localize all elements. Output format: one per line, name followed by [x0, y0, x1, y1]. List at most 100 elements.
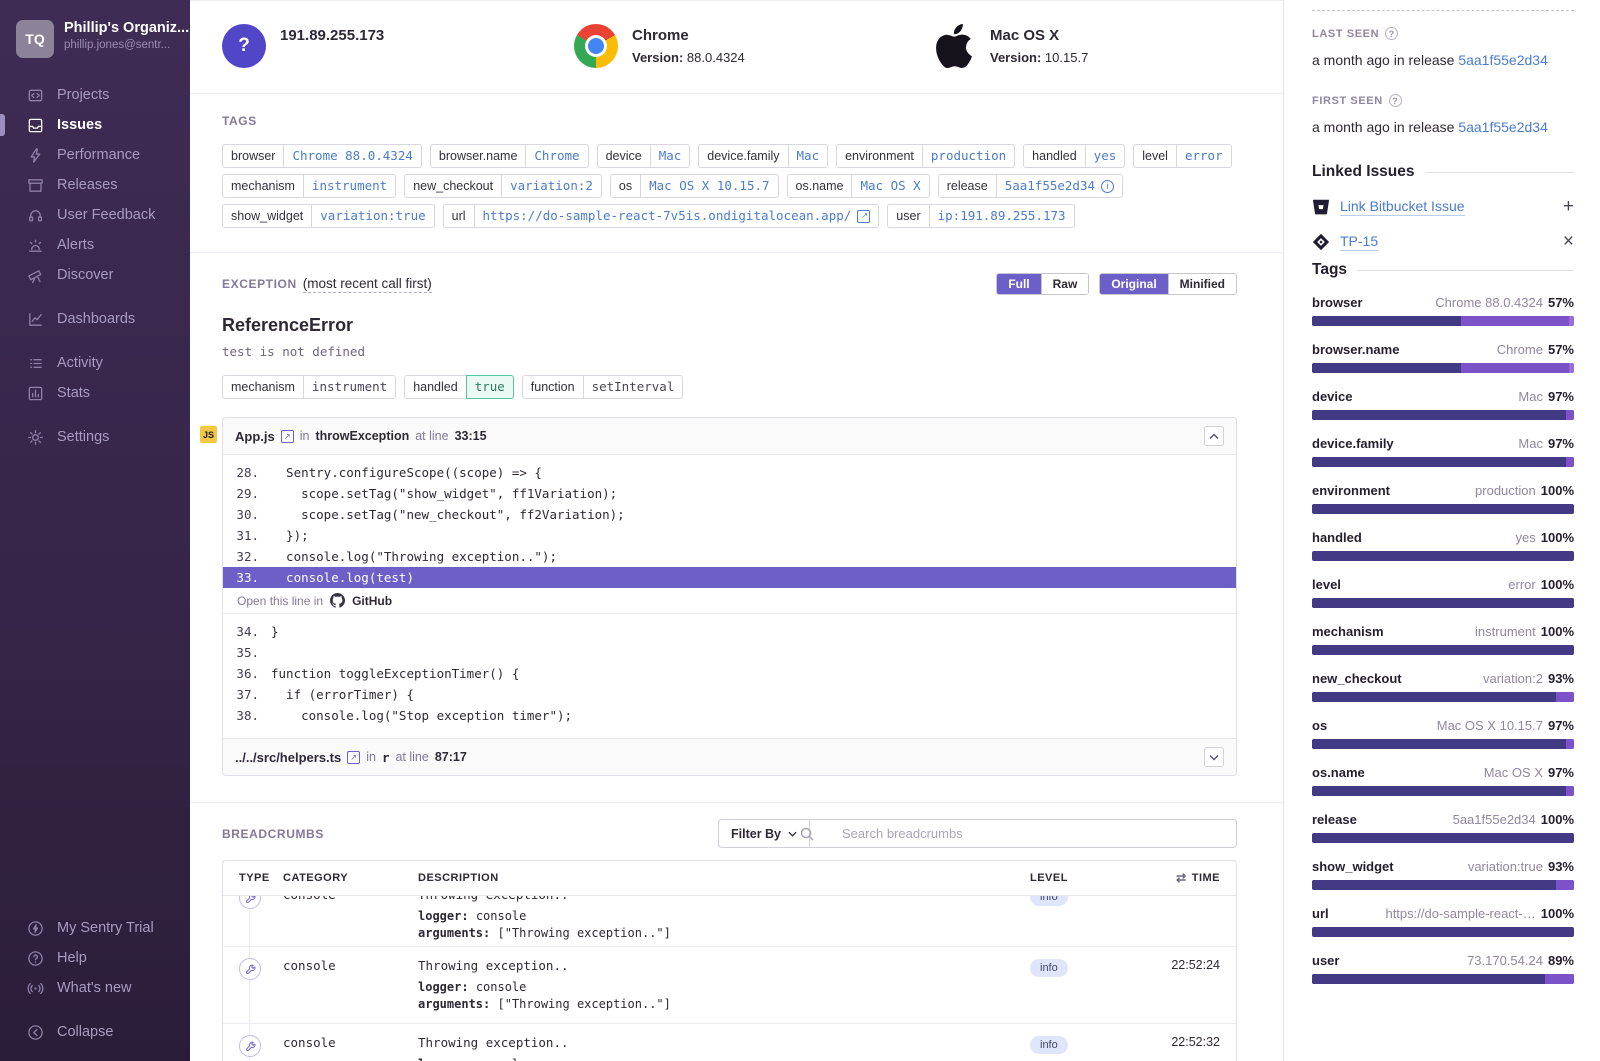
- tag-value-link[interactable]: error: [1177, 145, 1231, 167]
- breadcrumb-row[interactable]: consoleThrowing exception..logger: conso…: [223, 946, 1236, 1023]
- tag-value-link[interactable]: variation:2: [502, 175, 601, 197]
- sidebar-item-alerts[interactable]: Alerts: [0, 230, 190, 260]
- tag-distribution-list: browserChrome 88.0.432457% browser.nameCh…: [1312, 295, 1574, 984]
- sidebar-item-releases[interactable]: Releases: [0, 170, 190, 200]
- tag-value-link[interactable]: production: [923, 145, 1014, 167]
- format-minified-button[interactable]: Minified: [1168, 274, 1236, 294]
- info-icon[interactable]: i: [1101, 180, 1114, 193]
- line-code: console.log(test): [271, 567, 414, 588]
- breadcrumb-data: logger: consolearguments: ["Throwing exc…: [418, 1057, 1030, 1061]
- sidebar-item-label: Help: [57, 950, 87, 966]
- tag-value-link[interactable]: Chrome: [526, 145, 587, 167]
- help-icon[interactable]: ?: [1389, 94, 1402, 107]
- tag-distribution-item[interactable]: mechanisminstrument100%: [1312, 624, 1574, 655]
- line-number: 31.: [223, 525, 271, 546]
- tag-value-link[interactable]: ip:191.89.255.173: [930, 205, 1074, 227]
- tag-distribution-item[interactable]: levelerror100%: [1312, 577, 1574, 608]
- tag-value-link[interactable]: Mac: [789, 145, 828, 167]
- remove-linked-issue-icon[interactable]: ×: [1563, 232, 1574, 251]
- tag-distribution-item[interactable]: environmentproduction100%: [1312, 483, 1574, 514]
- linked-issue-key[interactable]: TP-15: [1340, 233, 1378, 251]
- tag-distribution-item[interactable]: new_checkoutvariation:293%: [1312, 671, 1574, 702]
- app-sidebar: TQ Phillip's Organiz... phillip.jones@se…: [0, 0, 190, 1061]
- sidebar-item-activity[interactable]: Activity: [0, 348, 190, 378]
- sidebar-item-what-s-new[interactable]: What's new: [0, 973, 190, 1003]
- alerts-icon: [26, 236, 44, 254]
- footer-frame-function: r: [382, 750, 390, 765]
- view-raw-button[interactable]: Raw: [1041, 274, 1089, 294]
- breadcrumbs-search-input[interactable]: [810, 819, 1237, 848]
- help-icon[interactable]: ?: [1385, 27, 1398, 40]
- sidebar-item-my-sentry-trial[interactable]: My Sentry Trial: [0, 913, 190, 943]
- tag-distribution-item[interactable]: device.familyMac97%: [1312, 436, 1574, 467]
- footer-frame-filename: ../../src/helpers.ts: [235, 750, 341, 765]
- tag-distribution-item[interactable]: os.nameMac OS X97%: [1312, 765, 1574, 796]
- external-link-icon[interactable]: ↗: [857, 210, 870, 223]
- line-code: scope.setTag("show_widget", ff1Variation…: [271, 483, 617, 504]
- org-switcher[interactable]: TQ Phillip's Organiz... phillip.jones@se…: [0, 20, 190, 58]
- tag-distribution-item[interactable]: deviceMac97%: [1312, 389, 1574, 420]
- sidebar-item-help[interactable]: Help: [0, 943, 190, 973]
- tag-value-link[interactable]: Chrome 88.0.4324: [284, 145, 420, 167]
- tag-distribution-item[interactable]: osMac OS X 10.15.797%: [1312, 718, 1574, 749]
- github-link[interactable]: GitHub: [352, 594, 392, 608]
- tag-value-link[interactable]: instrument: [304, 175, 395, 197]
- add-linked-issue-icon[interactable]: +: [1563, 197, 1574, 216]
- frame-footer[interactable]: ../../src/helpers.ts ↗ in r at line 87:1…: [223, 738, 1236, 775]
- release-link[interactable]: 5aa1f55e2d34: [1458, 52, 1548, 68]
- sidebar-item-dashboards[interactable]: Dashboards: [0, 304, 190, 334]
- tag-value-link[interactable]: https://do-sample-react-7v5is.ondigitalo…: [475, 205, 879, 227]
- tag-value-link[interactable]: Mac OS X 10.15.7: [641, 175, 777, 197]
- sort-time-icon[interactable]: ⇄: [1176, 871, 1187, 885]
- tag-top-percent: 93%: [1548, 859, 1574, 874]
- tag-key: device: [1312, 389, 1352, 404]
- sidebar-item-projects[interactable]: Projects: [0, 80, 190, 110]
- tag-distribution-item[interactable]: show_widgetvariation:true93%: [1312, 859, 1574, 890]
- collapse-frame-button[interactable]: [1204, 426, 1224, 446]
- tag-distribution-item[interactable]: handledyes100%: [1312, 530, 1574, 561]
- release-link[interactable]: 5aa1f55e2d34: [1458, 119, 1548, 135]
- code-line: 29. scope.setTag("show_widget", ff1Varia…: [223, 483, 1236, 504]
- expand-frame-button[interactable]: [1204, 747, 1224, 767]
- external-link-icon[interactable]: ↗: [281, 430, 294, 443]
- sidebar-collapse-button[interactable]: Collapse: [0, 1017, 190, 1047]
- tag-value-link[interactable]: 5aa1f55e2d34i: [997, 175, 1122, 197]
- tag-distribution-item[interactable]: browserChrome 88.0.432457%: [1312, 295, 1574, 326]
- platform-js-badge: JS: [200, 426, 217, 443]
- format-original-button[interactable]: Original: [1100, 274, 1167, 294]
- tag-key: browser: [223, 145, 284, 167]
- tag-distribution-item[interactable]: urlhttps://do-sample-react-…100%: [1312, 906, 1574, 937]
- sidebar-item-label: Collapse: [57, 1024, 113, 1040]
- error-message: test is not defined: [222, 344, 1237, 359]
- tag-value-link[interactable]: Mac: [651, 145, 690, 167]
- tag-key: device.family: [699, 145, 788, 167]
- view-full-button[interactable]: Full: [997, 274, 1040, 294]
- breadcrumb-data: logger: consolearguments: ["Throwing exc…: [418, 909, 1030, 941]
- sidebar-item-discover[interactable]: Discover: [0, 260, 190, 290]
- line-code: console.log("Throwing exception..");: [271, 546, 557, 567]
- sidebar-item-issues[interactable]: Issues: [0, 110, 190, 140]
- bar-segment: [1556, 880, 1574, 890]
- unknown-user-icon: ?: [222, 24, 266, 68]
- sidebar-item-stats[interactable]: Stats: [0, 378, 190, 408]
- bar-segment: [1569, 363, 1574, 373]
- breadcrumb-row[interactable]: consoleThrowing exception..logger: conso…: [223, 896, 1236, 946]
- tag-value-link[interactable]: variation:true: [312, 205, 433, 227]
- tag-distribution-item[interactable]: browser.nameChrome57%: [1312, 342, 1574, 373]
- sidebar-item-settings[interactable]: Settings: [0, 422, 190, 452]
- external-link-icon[interactable]: ↗: [347, 751, 360, 764]
- filter-by-button[interactable]: Filter By: [718, 819, 810, 848]
- breadcrumb-row[interactable]: consoleThrowing exception..logger: conso…: [223, 1023, 1236, 1061]
- breadcrumb-logger: logger: console: [418, 1057, 1030, 1061]
- open-in-github-row[interactable]: Open this line inGitHub: [223, 588, 1236, 614]
- sidebar-item-user-feedback[interactable]: User Feedback: [0, 200, 190, 230]
- tag-value-link[interactable]: Mac OS X: [852, 175, 928, 197]
- tag-distribution-item[interactable]: user73.170.54.2489%: [1312, 953, 1574, 984]
- link-bitbucket-issue[interactable]: Link Bitbucket Issue: [1340, 198, 1465, 216]
- tag-distribution-item[interactable]: release5aa1f55e2d34100%: [1312, 812, 1574, 843]
- tag-top-value: Mac: [1518, 389, 1543, 404]
- code-context-before: 28. Sentry.configureScope((scope) => {29…: [223, 455, 1236, 588]
- sidebar-item-performance[interactable]: Performance: [0, 140, 190, 170]
- stack-frame: JS App.js ↗ in throwException at line 33…: [222, 417, 1237, 776]
- tag-value-link[interactable]: yes: [1086, 145, 1125, 167]
